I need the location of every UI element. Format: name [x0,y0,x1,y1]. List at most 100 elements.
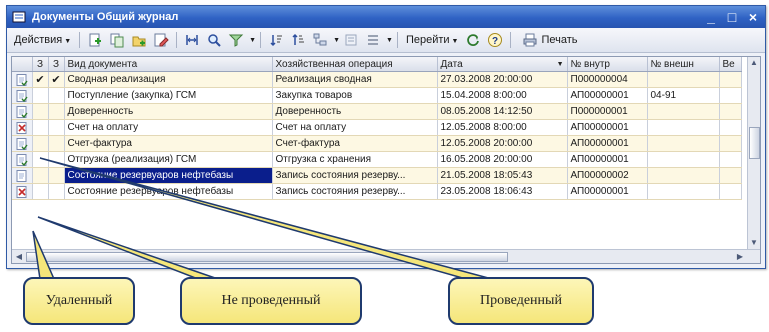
horizontal-scrollbar[interactable]: ◀ ▶ [12,249,760,263]
status-icon-cell[interactable] [12,183,33,200]
doc-type-cell[interactable]: Поступление (закупка) ГСМ [64,87,273,104]
doc-type-cell[interactable]: Доверенность [64,103,273,120]
column-header-operation[interactable]: Хозяйственная операция [272,57,438,72]
operation-cell[interactable]: Реализация сводная [272,71,438,88]
num-ext-cell[interactable]: 04-91 [647,87,720,104]
date-cell[interactable]: 15.04.2008 8:00:00 [437,87,568,104]
flag-cell-1[interactable] [32,87,49,104]
num-int-cell[interactable]: АП00000001 [567,135,648,152]
sort-descending-icon[interactable] [290,32,306,48]
structure-icon[interactable] [343,32,359,48]
help-icon[interactable]: ? [487,32,503,48]
close-button[interactable]: × [744,9,762,25]
add-group-icon[interactable] [131,32,147,48]
num-ext-cell[interactable] [647,103,720,120]
operation-cell[interactable]: Закупка товаров [272,87,438,104]
table-row[interactable]: Состояние резервуаров нефтебазы Запись со… [12,183,742,200]
extra-cell[interactable] [719,103,742,120]
print-button[interactable]: Печать [515,32,581,48]
date-cell[interactable]: 12.05.2008 8:00:00 [437,119,568,136]
flag-cell-2[interactable] [48,135,65,152]
num-ext-cell[interactable] [647,167,720,184]
operation-cell[interactable]: Запись состояния резерву... [272,183,438,200]
goto-menu[interactable]: Перейти ▼ [402,34,463,46]
extra-cell[interactable] [719,135,742,152]
date-cell[interactable]: 12.05.2008 20:00:00 [437,135,568,152]
interval-icon[interactable] [184,32,200,48]
column-header-date[interactable]: Дата ▼ [437,57,568,72]
flag-cell-1[interactable]: ✔ [32,71,49,88]
table-row[interactable]: Отгрузка (реализация) ГСМ Отгрузка с хран… [12,151,742,168]
status-icon-cell[interactable] [12,119,33,136]
flag-cell-1[interactable] [32,103,49,120]
status-icon-cell[interactable] [12,151,33,168]
operation-cell[interactable]: Запись состояния резерву... [272,167,438,184]
num-ext-cell[interactable] [647,135,720,152]
flag-cell-2[interactable] [48,103,65,120]
column-header-icon[interactable] [12,57,33,72]
num-ext-cell[interactable] [647,119,720,136]
table-row[interactable]: Доверенность Доверенность 08.05.2008 14:12… [12,103,742,120]
maximize-button[interactable]: □ [723,9,741,25]
vertical-scrollbar[interactable]: ▲ ▼ [747,57,760,249]
status-icon-cell[interactable] [12,103,33,120]
status-icon-cell[interactable] [12,135,33,152]
status-icon-cell[interactable] [12,167,33,184]
extra-cell[interactable] [719,119,742,136]
filter-icon[interactable] [228,32,244,48]
edit-icon[interactable] [153,32,169,48]
num-int-cell[interactable]: АП00000001 [567,151,648,168]
num-int-cell[interactable]: П000000001 [567,103,648,120]
doc-type-cell[interactable]: Счет-фактура [64,135,273,152]
flag-cell-1[interactable] [32,119,49,136]
scroll-up-icon[interactable]: ▲ [748,57,760,68]
hierarchy-icon[interactable] [312,32,328,48]
add-icon[interactable] [87,32,103,48]
date-cell[interactable]: 16.05.2008 20:00:00 [437,151,568,168]
flag-cell-2[interactable] [48,183,65,200]
operation-cell[interactable]: Отгрузка с хранения [272,151,438,168]
flag-cell-2[interactable]: ✔ [48,71,65,88]
num-int-cell[interactable]: АП00000001 [567,183,648,200]
extra-cell[interactable] [719,167,742,184]
flag-cell-2[interactable] [48,151,65,168]
column-header-num-ext[interactable]: № внешн [647,57,720,72]
doc-type-cell[interactable]: Состояние резервуаров нефтебазы [64,183,273,200]
operation-cell[interactable]: Счет на оплату [272,119,438,136]
table-row[interactable]: Поступление (закупка) ГСМ Закупка товаров… [12,87,742,104]
column-header-doc-type[interactable]: Вид документа [64,57,273,72]
minimize-button[interactable]: _ [702,9,720,25]
column-header-flag-2[interactable]: З [48,57,65,72]
flag-cell-2[interactable] [48,87,65,104]
num-int-cell[interactable]: АП00000001 [567,119,648,136]
date-cell[interactable]: 08.05.2008 14:12:50 [437,103,568,120]
date-cell[interactable]: 27.03.2008 20:00:00 [437,71,568,88]
vertical-scroll-thumb[interactable] [749,127,760,159]
operation-cell[interactable]: Доверенность [272,103,438,120]
date-cell[interactable]: 23.05.2008 18:06:43 [437,183,568,200]
scroll-down-icon[interactable]: ▼ [748,237,760,248]
flag-cell-1[interactable] [32,135,49,152]
scroll-right-icon[interactable]: ▶ [734,251,746,262]
num-int-cell[interactable]: АП00000001 [567,87,648,104]
flag-cell-2[interactable] [48,119,65,136]
num-int-cell[interactable]: АП00000002 [567,167,648,184]
flag-cell-1[interactable] [32,151,49,168]
copy-icon[interactable] [109,32,125,48]
column-header-extra[interactable]: Ве [719,57,742,72]
extra-cell[interactable] [719,183,742,200]
status-icon-cell[interactable] [12,87,33,104]
table-row[interactable]: Счет-фактура Счет-фактура 12.05.2008 20:00… [12,135,742,152]
scroll-left-icon[interactable]: ◀ [13,251,25,262]
sort-ascending-icon[interactable] [268,32,284,48]
doc-type-cell[interactable]: Счет на оплату [64,119,273,136]
column-header-num-int[interactable]: № внутр [567,57,648,72]
extra-cell[interactable] [719,87,742,104]
flag-cell-2[interactable] [48,167,65,184]
list-mode-icon[interactable] [365,32,381,48]
chevron-down-icon[interactable]: ▼ [333,37,340,44]
table-row[interactable]: ✔ ✔ Сводная реализация Реализация сводная 27… [12,71,742,88]
chevron-down-icon[interactable]: ▼ [386,37,393,44]
table-row[interactable]: Состояние резервуаров нефтебазы Запись со… [12,167,742,184]
horizontal-scroll-thumb[interactable] [26,252,508,262]
